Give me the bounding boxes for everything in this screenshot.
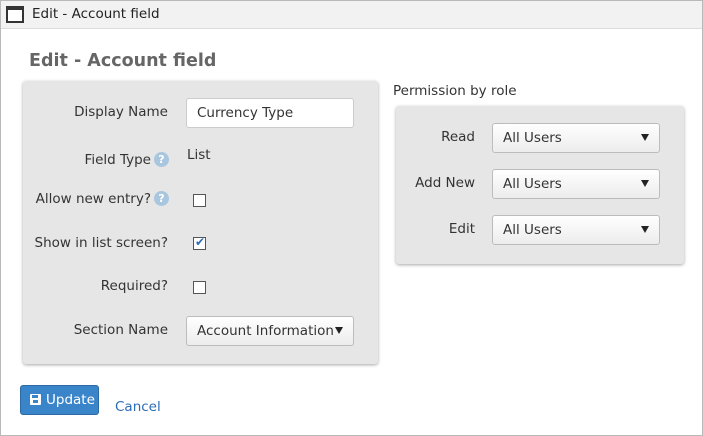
update-button[interactable]: Update [20,385,99,415]
checkmark-icon: ✔ [195,235,206,249]
field-type-label: Field Type? [85,152,169,168]
chevron-down-icon [641,180,649,187]
allow-new-entry-checkbox[interactable] [193,194,206,207]
read-permission-value: All Users [503,130,562,146]
field-type-value: List [187,147,211,163]
help-icon[interactable]: ? [154,191,169,206]
section-name-label: Section Name [73,322,168,338]
required-checkbox[interactable] [193,281,206,294]
required-label: Required? [100,278,168,294]
add-new-permission-select[interactable]: All Users [492,169,660,199]
section-name-select[interactable]: Account Information [186,316,354,346]
read-label: Read [441,129,475,145]
show-in-list-checkbox[interactable]: ✔ [193,235,206,250]
read-permission-select[interactable]: All Users [492,123,660,153]
chevron-down-icon [641,134,649,141]
dialog-window: Edit - Account field Edit - Account fiel… [0,0,703,436]
add-new-label: Add New [415,175,475,191]
chevron-down-icon [641,226,649,233]
page-title: Edit - Account field [29,51,217,71]
add-new-permission-value: All Users [503,176,562,192]
permission-title: Permission by role [393,83,517,99]
display-name-input[interactable] [186,98,354,128]
display-name-label: Display Name [74,104,168,120]
edit-label: Edit [448,221,475,237]
edit-permission-value: All Users [503,222,562,238]
cancel-link[interactable]: Cancel [115,399,161,415]
edit-permission-select[interactable]: All Users [492,215,660,245]
title-bar: Edit - Account field [1,1,702,29]
update-button-label: Update [46,392,95,408]
save-icon [30,394,41,405]
show-in-list-label: Show in list screen? [34,235,168,251]
help-icon[interactable]: ? [154,152,169,167]
section-name-value: Account Information [197,323,334,339]
window-title: Edit - Account field [32,6,160,22]
window-icon [6,6,24,23]
allow-new-entry-label: Allow new entry?? [36,191,169,207]
chevron-down-icon [335,327,343,334]
